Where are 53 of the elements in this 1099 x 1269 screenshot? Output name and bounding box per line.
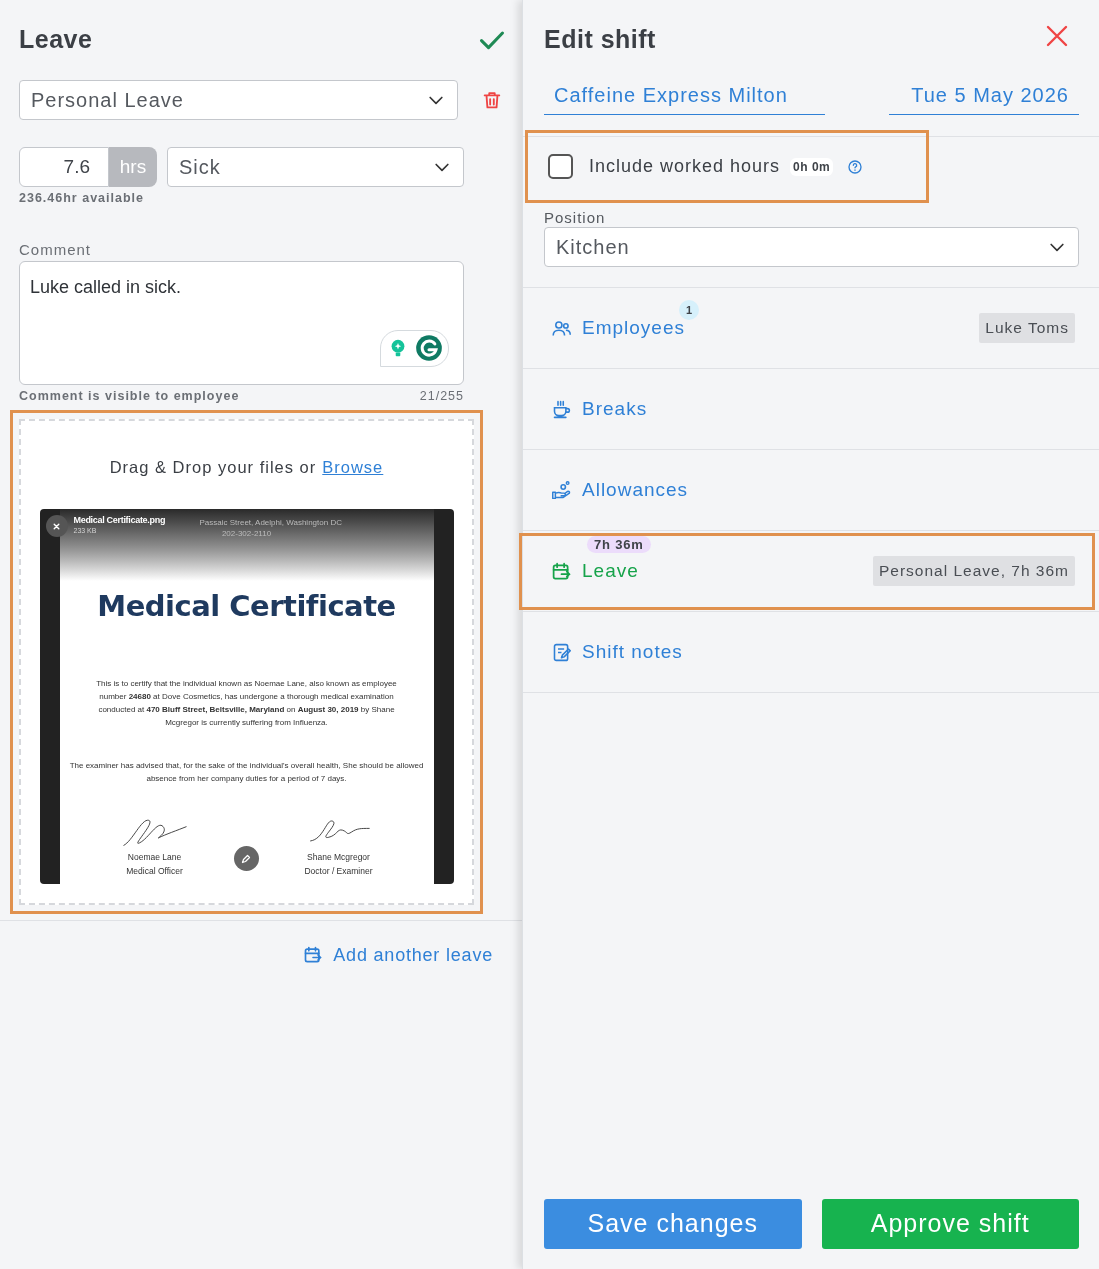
- save-button[interactable]: Save changes: [544, 1199, 802, 1249]
- g-logo-icon: [414, 334, 443, 363]
- calendar-icon: [551, 560, 572, 582]
- close-icon: [1045, 24, 1069, 48]
- location-field[interactable]: Caffeine Express Milton: [544, 80, 825, 115]
- document-text: Noemae Lane: [127, 851, 182, 865]
- unit-label: hrs: [109, 147, 157, 187]
- leave-type-select[interactable]: Personal Leave: [19, 80, 459, 120]
- reason-select[interactable]: Sick: [167, 147, 464, 187]
- hand-coins-icon: [551, 479, 572, 501]
- document-text: 202-302-2110: [221, 528, 272, 540]
- value-tag: Personal Leave, 7h 36m: [872, 556, 1075, 586]
- writing-assistant-widget[interactable]: [380, 329, 449, 367]
- add-leave-link[interactable]: Add another leave: [303, 941, 493, 969]
- drop-prompt: Drag & Drop your files or: [109, 456, 317, 478]
- duration-badge: 7h 36m: [587, 535, 651, 553]
- cup-icon: [551, 398, 572, 420]
- date-field[interactable]: Tue 5 May 2026: [889, 80, 1079, 115]
- section-link[interactable]: Breaks: [582, 394, 648, 424]
- panel-title: Edit shift: [544, 24, 656, 56]
- trash-icon: [481, 89, 503, 111]
- document-text: The examiner has advised that, for the sake of the individual's overall health, She should be allowed absence from her company duties for a period of 7 days.: [68, 759, 425, 785]
- document-text: Shane Mcgregor: [307, 851, 370, 865]
- value-tag: Luke Toms: [979, 313, 1075, 343]
- panel-title: Leave: [19, 24, 93, 56]
- section-link[interactable]: Leave: [582, 556, 639, 586]
- comment-field[interactable]: Luke called in sick.: [19, 260, 464, 385]
- position-select[interactable]: Kitchen: [544, 227, 1079, 267]
- section-link[interactable]: Shift notes: [582, 637, 683, 667]
- document-text: Doctor / Examiner: [304, 865, 373, 879]
- help-icon: [847, 158, 864, 175]
- hours-field[interactable]: 7.6: [19, 147, 109, 187]
- available-hours: 236.46hr available: [19, 190, 146, 207]
- checkbox-label: Include worked hours: [589, 155, 781, 178]
- calendar-icon: [303, 945, 324, 965]
- document-text: This is to certify that the individual known as Noemae Lane, also known as employee number 24680 at Dove Cosmetics, has undergone a thorough medical examination conducted at 470 Bluff Street, Beltsville, Maryland on August 30, 2019 by Shane Mcgregor is currently suffering from Influenza.: [95, 677, 398, 729]
- character-count: 21/255: [419, 387, 464, 405]
- document-text: Medical Officer: [126, 865, 183, 879]
- browse-link[interactable]: Browse: [322, 454, 384, 480]
- helper-text: Comment is visible to employee: [19, 387, 240, 405]
- field-label: Comment: [19, 240, 93, 259]
- hours-badge: 0h 0m: [790, 157, 834, 176]
- remove-file-button[interactable]: [45, 515, 68, 538]
- pencil-icon: [240, 852, 252, 865]
- count-badge: 1: [679, 299, 699, 320]
- note-icon: [551, 641, 572, 663]
- field-label: Position: [544, 209, 607, 227]
- document-title: Medical Certificate: [97, 588, 396, 626]
- section-link[interactable]: Allowances: [582, 475, 689, 505]
- document-text: Passaic Street, Adelphi, Washington DC: [199, 517, 342, 529]
- approve-button[interactable]: Approve shift: [821, 1199, 1079, 1249]
- file-name: Medical Certificate.png: [73, 515, 166, 527]
- checkbox[interactable]: [548, 154, 573, 179]
